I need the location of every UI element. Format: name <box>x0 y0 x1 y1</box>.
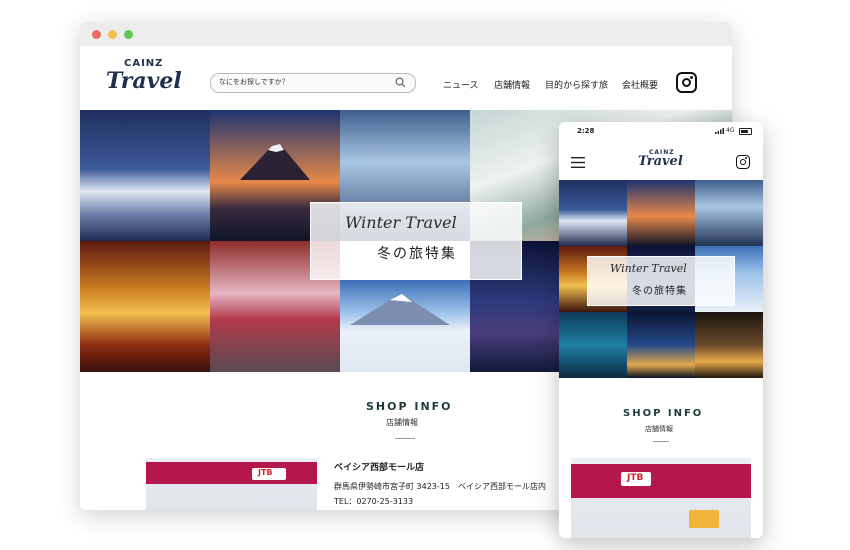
minimize-window-button[interactable] <box>108 30 117 39</box>
banner-japanese-title: 冬の旅特集 <box>377 246 457 262</box>
mobile-banner-script-title: Winter Travel <box>610 262 687 275</box>
mobile-store-sign-band <box>571 464 751 498</box>
hamburger-menu-icon[interactable] <box>571 157 585 168</box>
shop-info-subheading: 店舗情報 <box>386 418 418 427</box>
nav-purpose-travel[interactable]: 目的から探す旅 <box>545 78 608 91</box>
close-window-button[interactable] <box>92 30 101 39</box>
network-type: 4G <box>726 127 735 134</box>
mobile-instagram-icon[interactable] <box>736 155 750 169</box>
maximize-window-button[interactable] <box>124 30 133 39</box>
nav-company[interactable]: 会社概要 <box>622 78 658 91</box>
mobile-photo-warehouse-night <box>695 312 763 378</box>
section-divider <box>395 438 415 439</box>
store-name: ベイシア西部モール店 <box>334 463 425 473</box>
battery-icon <box>739 128 752 135</box>
photo-ski-slope <box>340 280 470 372</box>
photo-snowy-village <box>80 110 210 241</box>
photo-paper-lanterns <box>80 241 210 372</box>
banner-script-title: Winter Travel <box>345 213 457 232</box>
winter-travel-banner[interactable]: Winter Travel 冬の旅特集 <box>310 202 522 280</box>
browser-title-bar <box>80 22 732 46</box>
mobile-photo-city-night <box>627 312 695 378</box>
search-placeholder: なにをお探しですか？ <box>219 78 289 86</box>
mobile-shop-info-heading: SHOP INFO <box>623 408 704 419</box>
store-address: 群馬県伊勢崎市宮子町 3423-15 ベイシア西部モール店内 <box>334 482 546 491</box>
search-icon[interactable] <box>395 77 406 88</box>
shop-info-heading: SHOP INFO <box>366 400 453 413</box>
mobile-hero-mosaic: Winter Travel 冬の旅特集 <box>559 180 763 378</box>
mobile-shop-info-subheading: 店舗情報 <box>645 425 673 433</box>
instagram-icon[interactable] <box>676 72 697 93</box>
logo-script-text: Travel <box>106 68 182 94</box>
cainz-travel-logo[interactable]: CAINZ Travel <box>106 58 182 98</box>
store-sign-band <box>146 462 317 484</box>
nav-stores[interactable]: 店舗情報 <box>494 78 530 91</box>
status-bar: 2:28 4G <box>559 122 763 140</box>
mobile-photo-hot-spring <box>695 180 763 246</box>
mobile-store-poster <box>689 510 719 528</box>
status-time: 2:28 <box>577 127 595 135</box>
mobile-winter-travel-banner[interactable]: Winter Travel 冬の旅特集 <box>587 256 735 306</box>
mobile-device-mockup: 2:28 4G CAINZ Travel Winter Travel 冬の旅特集 <box>559 122 763 538</box>
mobile-photo-snowy-village <box>559 180 627 246</box>
store-photo: JTB <box>146 458 317 510</box>
mobile-logo-script-text: Travel <box>638 154 683 169</box>
mobile-photo-aquarium <box>559 312 627 378</box>
store-phone[interactable]: TEL：0270-25-3133 <box>334 496 413 507</box>
mobile-section-divider <box>653 441 669 442</box>
mobile-banner-japanese-title: 冬の旅特集 <box>632 286 687 297</box>
jtb-sign: JTB <box>258 468 273 477</box>
signal-icon <box>715 128 724 134</box>
mobile-photo-mount-fuji <box>627 180 695 246</box>
nav-news[interactable]: ニュース <box>443 78 479 91</box>
search-input[interactable]: なにをお探しですか？ <box>210 73 416 93</box>
mobile-logo[interactable]: CAINZ Travel <box>638 149 686 175</box>
mobile-jtb-sign: JTB <box>627 473 644 483</box>
mobile-store-photo: JTB <box>571 458 751 538</box>
